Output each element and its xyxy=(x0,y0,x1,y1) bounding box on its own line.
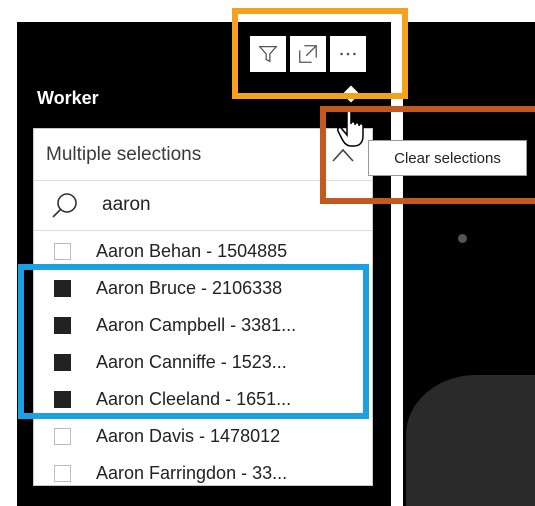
search-icon xyxy=(52,193,77,218)
background-shape xyxy=(406,375,535,506)
dropdown-label: Multiple selections xyxy=(46,144,202,165)
checkbox[interactable] xyxy=(54,465,71,482)
search-input[interactable]: aaron xyxy=(102,194,151,216)
highlight-tooltip-box xyxy=(320,106,535,204)
item-label: Aaron Farringdon - 33... xyxy=(96,463,288,483)
item-label: Aaron Behan - 1504885 xyxy=(96,241,288,261)
highlight-toolbar-box xyxy=(232,8,408,99)
highlight-selected-items-box xyxy=(18,264,369,419)
item-label: Aaron Davis - 1478012 xyxy=(96,426,281,446)
background-shape xyxy=(458,234,467,243)
slicer-title: Worker xyxy=(37,88,99,108)
list-item[interactable]: Aaron Davis - 1478012 xyxy=(34,418,372,455)
checkbox[interactable] xyxy=(54,428,71,445)
checkbox[interactable] xyxy=(54,243,71,260)
list-item[interactable]: Aaron Farringdon - 33... xyxy=(34,455,372,485)
